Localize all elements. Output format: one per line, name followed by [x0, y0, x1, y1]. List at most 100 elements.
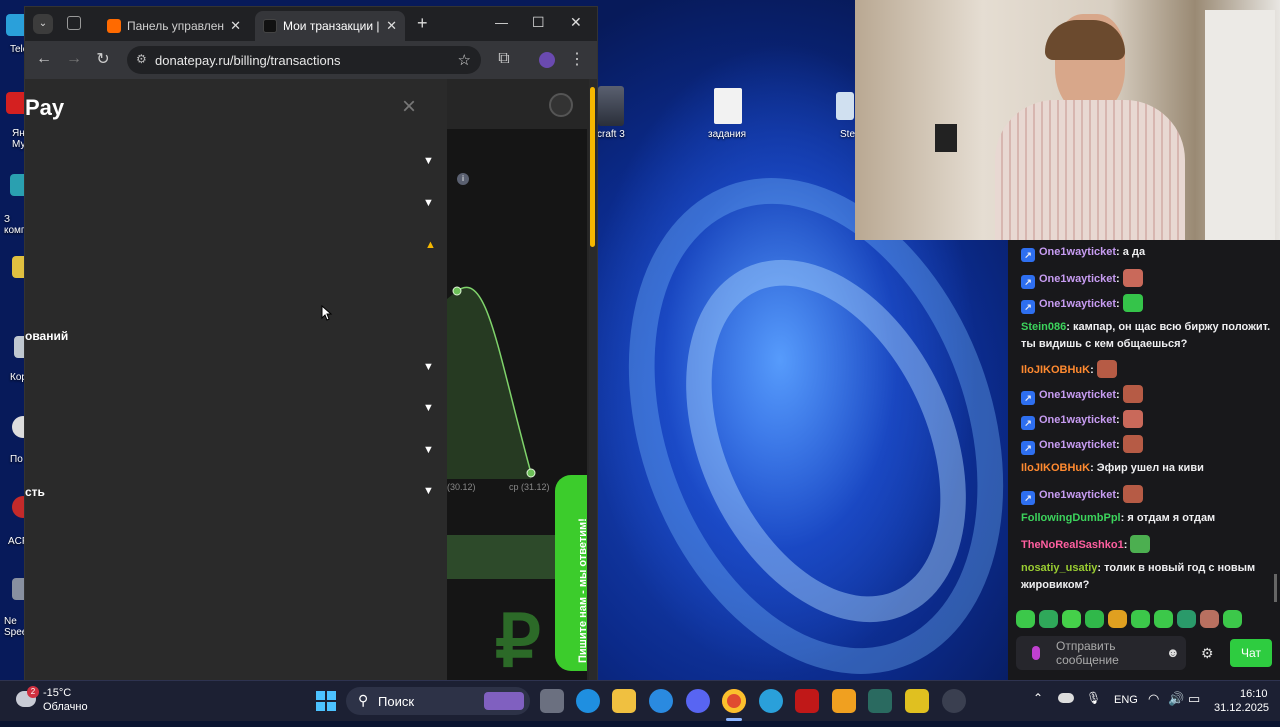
clock-date[interactable]: 31.12.2025 [1214, 702, 1269, 714]
task-view-icon[interactable] [540, 689, 564, 713]
chat-username[interactable]: nosatiy_usatiy [1021, 562, 1097, 574]
maximize-button[interactable]: ☐ [532, 14, 545, 31]
chat-username[interactable]: One1wayticket [1039, 298, 1116, 310]
minimize-button[interactable]: — [495, 15, 508, 30]
chat-username[interactable]: One1wayticket [1039, 246, 1116, 258]
chevron-up-icon[interactable]: ▲ [425, 239, 436, 251]
emote-picker-icon[interactable] [1108, 610, 1127, 628]
chat-username[interactable]: One1wayticket [1039, 389, 1116, 401]
cortana-icon[interactable] [649, 689, 673, 713]
emote-picker-icon[interactable] [1085, 610, 1104, 628]
chat-username[interactable]: IloJIKOBHuK [1021, 364, 1090, 376]
reload-icon[interactable]: ↻ [92, 49, 114, 69]
chat-emote-icon[interactable] [1130, 535, 1151, 553]
chevron-down-icon[interactable]: ▼ [423, 485, 434, 497]
clock-time[interactable]: 16:10 [1240, 688, 1268, 700]
chat-emote-icon[interactable] [1122, 385, 1143, 403]
chat-send-button[interactable]: Чат [1230, 639, 1272, 667]
chat-username[interactable]: One1wayticket [1039, 489, 1116, 501]
emote-picker-icon[interactable] [1177, 610, 1196, 628]
chat-emote-icon[interactable] [1096, 360, 1117, 378]
chevron-down-icon[interactable]: ▼ [423, 155, 434, 167]
chat-username[interactable]: TheNoRealSashko1 [1021, 539, 1124, 551]
document-desktop-icon[interactable] [714, 88, 742, 124]
subscriber-badge-icon[interactable]: ↗ [1021, 275, 1035, 289]
extensions-icon[interactable]: ⧉ [493, 50, 515, 68]
app-yellow-icon[interactable] [905, 689, 929, 713]
chat-emote-icon[interactable] [1122, 294, 1143, 312]
tab-control-panel[interactable]: Панель управления - ✕ [99, 11, 249, 41]
chat-username[interactable]: One1wayticket [1039, 414, 1116, 426]
tab-group-icon[interactable] [67, 16, 81, 30]
menu-section-label[interactable]: ований [25, 329, 68, 343]
chevron-down-icon[interactable]: ▼ [423, 402, 434, 414]
chevron-down-icon[interactable]: ▼ [423, 197, 434, 209]
subscriber-badge-icon[interactable]: ↗ [1021, 491, 1035, 505]
weather-temp[interactable]: -15°C [43, 687, 71, 699]
tab-search-chevron-icon[interactable]: ⌄ [33, 14, 53, 34]
weather-desc[interactable]: Облачно [43, 701, 88, 713]
app-bot-icon[interactable] [868, 689, 892, 713]
subscriber-badge-icon[interactable]: ↗ [1021, 391, 1035, 405]
warcraft-desktop-icon[interactable] [598, 86, 624, 126]
close-window-button[interactable]: ✕ [570, 14, 582, 31]
chat-emote-icon[interactable] [1122, 410, 1143, 428]
avatar[interactable] [549, 93, 573, 117]
discord-icon[interactable] [686, 689, 710, 713]
app-record-icon[interactable] [942, 689, 966, 713]
microphone-icon[interactable] [1032, 646, 1040, 660]
emote-picker-icon[interactable] [1223, 610, 1242, 628]
tray-microphone-icon[interactable]: 🎙 [1086, 691, 1101, 705]
chevron-down-icon[interactable]: ▼ [423, 361, 434, 373]
battery-icon[interactable]: ▭ [1188, 691, 1200, 707]
info-icon[interactable]: i [457, 173, 469, 185]
site-info-icon[interactable]: ⚙ [136, 52, 147, 66]
chat-emote-icon[interactable] [1122, 485, 1143, 503]
emote-picker-icon[interactable] [1039, 610, 1058, 628]
chat-emote-icon[interactable] [1122, 269, 1143, 287]
chat-username[interactable]: One1wayticket [1039, 439, 1116, 451]
new-tab-button[interactable]: + [417, 13, 428, 34]
volume-icon[interactable]: 🔊 [1168, 691, 1184, 707]
chat-scrollbar[interactable] [1274, 574, 1277, 602]
subscriber-badge-icon[interactable]: ↗ [1021, 248, 1035, 262]
start-windows-icon[interactable] [316, 691, 336, 711]
tab-transactions[interactable]: Мои транзакции | Do ✕ [255, 11, 405, 41]
steam-desktop-icon[interactable] [836, 92, 854, 120]
chat-username[interactable]: FollowingDumbPpl [1021, 512, 1121, 524]
telegram-icon[interactable] [759, 689, 783, 713]
menu-kebab-icon[interactable]: ⋮ [566, 49, 588, 69]
chat-settings-gear-icon[interactable]: ⚙ [1201, 645, 1214, 662]
close-tab-icon[interactable]: ✕ [386, 18, 397, 34]
emote-picker-icon[interactable] [1154, 610, 1173, 628]
chat-username[interactable]: IloJIKOBHuK [1021, 462, 1090, 474]
emote-picker-icon[interactable] [1016, 610, 1035, 628]
file-explorer-icon[interactable] [612, 689, 636, 713]
close-tab-icon[interactable]: ✕ [230, 18, 241, 34]
bookmark-star-icon[interactable]: ☆ [458, 51, 471, 69]
emoji-icon[interactable]: ☻ [1166, 645, 1180, 660]
emote-picker-icon[interactable] [1200, 610, 1219, 628]
profile-avatar[interactable] [539, 52, 555, 68]
address-bar[interactable]: ⚙ donatepay.ru/billing/transactions ☆ [127, 46, 481, 74]
chat-emote-icon[interactable] [1122, 435, 1143, 453]
subscriber-badge-icon[interactable]: ↗ [1021, 441, 1035, 455]
scrollbar-thumb[interactable] [590, 87, 595, 247]
language-indicator[interactable]: ENG [1114, 694, 1138, 706]
menu-section-label[interactable]: сть [25, 485, 45, 499]
subscriber-badge-icon[interactable]: ↗ [1021, 300, 1035, 314]
wifi-icon[interactable]: ◠ [1148, 691, 1159, 707]
forward-arrow-icon[interactable]: → [63, 50, 85, 68]
edge-icon[interactable] [576, 689, 600, 713]
chat-username[interactable]: One1wayticket [1039, 273, 1116, 285]
close-icon[interactable]: × [402, 93, 416, 121]
chat-username[interactable]: Stein086 [1021, 321, 1066, 333]
app-red-icon[interactable] [795, 689, 819, 713]
app-star-icon[interactable] [832, 689, 856, 713]
chrome-icon[interactable] [722, 689, 746, 713]
tray-chevron-up-icon[interactable]: ⌃ [1033, 691, 1043, 705]
emote-picker-icon[interactable] [1062, 610, 1081, 628]
chat-input[interactable]: Отправить сообщение ☻ [1016, 636, 1186, 670]
emote-picker-icon[interactable] [1131, 610, 1150, 628]
taskbar-search[interactable]: ⚲ Поиск [346, 687, 530, 715]
